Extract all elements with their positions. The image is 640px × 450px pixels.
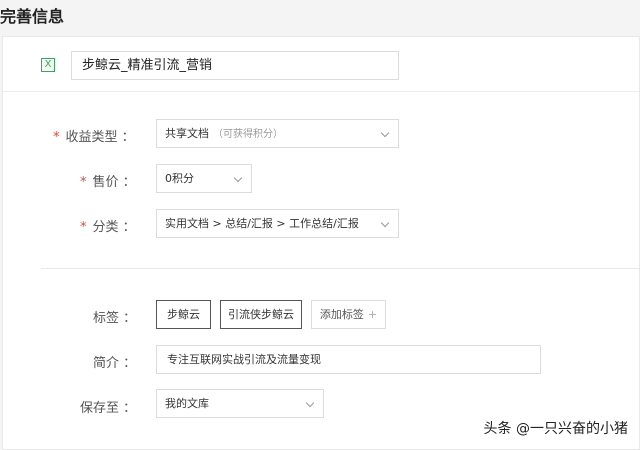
colon: ： xyxy=(121,130,135,145)
category-select[interactable]: 实用文档 > 总结/汇报 > 工作总结/汇报 xyxy=(156,209,399,238)
price-value: 0积分 xyxy=(165,172,194,185)
income-type-label: * 收益类型 ： xyxy=(53,126,135,145)
tags-label: 标签 ： xyxy=(93,307,136,326)
colon: ： xyxy=(123,356,137,371)
info-form-panel: X 步鲸云_精准引流_营销 * 收益类型 ： 共享文档 （可获得积分） * 售价 ： … xyxy=(2,36,640,450)
summary-label-text: 简介 xyxy=(93,356,120,371)
section-divider xyxy=(41,268,640,269)
price-label: * 售价 ： xyxy=(80,171,136,190)
watermark: 头条 @一只兴奋的小猪 xyxy=(483,421,628,437)
colon: ： xyxy=(123,401,137,416)
tag-item[interactable]: 引流侠步鲸云 xyxy=(220,300,302,329)
save-to-value: 我的文库 xyxy=(165,397,209,410)
colon: ： xyxy=(123,311,137,326)
price-label-text: 售价 xyxy=(92,175,119,190)
category-label-text: 分类 xyxy=(92,220,119,235)
income-type-label-text: 收益类型 xyxy=(65,130,118,145)
page-title: 完善信息 xyxy=(0,7,65,26)
add-tag-label: 添加标签 xyxy=(319,308,364,321)
required-mark: * xyxy=(53,130,60,145)
file-title-row: X 步鲸云_精准引流_营销 xyxy=(3,37,639,92)
chevron-down-icon xyxy=(305,398,315,408)
tags-label-text: 标签 xyxy=(93,311,120,326)
tag-item[interactable]: 步鲸云 xyxy=(156,300,211,329)
required-mark: * xyxy=(80,175,87,190)
add-tag-button[interactable]: 添加标签 + xyxy=(311,300,386,329)
plus-icon: + xyxy=(367,308,378,321)
save-to-label-text: 保存至 xyxy=(80,401,120,416)
summary-input[interactable]: 专注互联网实战引流及流量变现 xyxy=(156,345,541,374)
income-type-hint: （可获得积分） xyxy=(213,129,283,140)
chevron-down-icon xyxy=(380,218,390,228)
colon: ： xyxy=(122,220,136,235)
colon: ： xyxy=(122,175,136,190)
required-mark: * xyxy=(80,220,87,235)
chevron-down-icon xyxy=(233,173,243,183)
excel-file-icon: X xyxy=(41,58,55,72)
save-to-label: 保存至 ： xyxy=(80,397,136,416)
income-type-select[interactable]: 共享文档 （可获得积分） xyxy=(156,119,399,148)
chevron-down-icon xyxy=(380,128,390,138)
document-title-input[interactable]: 步鲸云_精准引流_营销 xyxy=(71,51,399,80)
category-label: * 分类 ： xyxy=(80,216,136,235)
category-value: 实用文档 > 总结/汇报 > 工作总结/汇报 xyxy=(165,217,359,230)
price-select[interactable]: 0积分 xyxy=(156,164,252,193)
save-to-select[interactable]: 我的文库 xyxy=(156,389,324,418)
income-type-value: 共享文档 xyxy=(165,127,209,140)
summary-label: 简介 ： xyxy=(93,352,136,371)
